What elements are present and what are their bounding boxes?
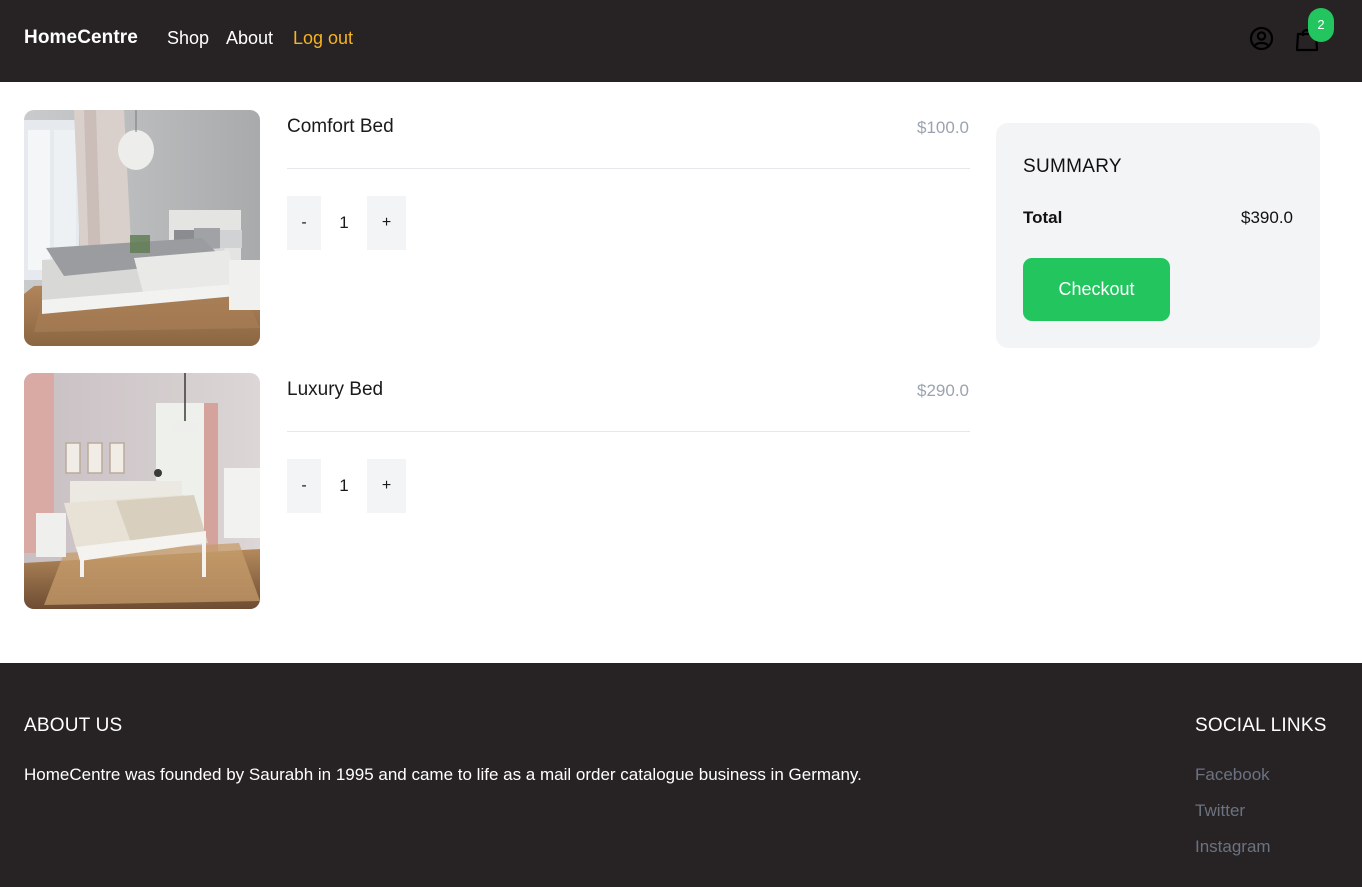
order-summary-card: SUMMARY Total $390.0 Checkout (996, 123, 1320, 348)
social-link-facebook[interactable]: Facebook (1195, 765, 1270, 785)
nav-shop-link[interactable]: Shop (167, 28, 209, 49)
site-footer: ABOUT US HomeCentre was founded by Saura… (0, 663, 1362, 887)
item-price: $290.0 (917, 381, 969, 400)
item-name: Luxury Bed (287, 379, 384, 400)
quantity-increase-button[interactable]: + (367, 459, 406, 513)
footer-social-title: SOCIAL LINKS (1195, 715, 1327, 736)
bedroom-photo-light (24, 110, 260, 346)
item-price: $100.0 (917, 118, 969, 137)
nav-logout-link[interactable]: Log out (293, 28, 353, 49)
quantity-value: 1 (339, 476, 349, 495)
quantity-increase-button[interactable]: + (367, 196, 406, 250)
cart-count-badge: 2 (1308, 8, 1334, 42)
item-divider (287, 168, 970, 169)
bedroom-photo-warm (24, 373, 260, 609)
quantity-decrease-button[interactable]: - (287, 459, 321, 513)
checkout-button[interactable]: Checkout (1023, 258, 1170, 321)
user-circle-icon[interactable] (1249, 26, 1274, 51)
cart-item: Luxury Bed $290.0 - 1 + (24, 373, 970, 609)
product-image-luxury-bed[interactable] (24, 373, 260, 609)
nav-about-link[interactable]: About (226, 28, 273, 49)
top-navbar: HomeCentre Shop About Log out 2 (0, 0, 1362, 82)
social-link-instagram[interactable]: Instagram (1195, 837, 1271, 857)
cart-item: Comfort Bed $100.0 - 1 + (24, 110, 970, 346)
product-image-comfort-bed[interactable] (24, 110, 260, 346)
quantity-value: 1 (339, 213, 349, 232)
brand-logo[interactable]: HomeCentre (24, 27, 138, 49)
item-name: Comfort Bed (287, 116, 394, 137)
quantity-decrease-button[interactable]: - (287, 196, 321, 250)
footer-about-text: HomeCentre was founded by Saurabh in 199… (24, 765, 862, 784)
total-value: $390.0 (1241, 208, 1293, 227)
item-divider (287, 431, 970, 432)
summary-title: SUMMARY (1023, 156, 1122, 177)
footer-about-title: ABOUT US (24, 715, 123, 736)
total-label: Total (1023, 208, 1063, 227)
social-link-twitter[interactable]: Twitter (1195, 801, 1245, 821)
